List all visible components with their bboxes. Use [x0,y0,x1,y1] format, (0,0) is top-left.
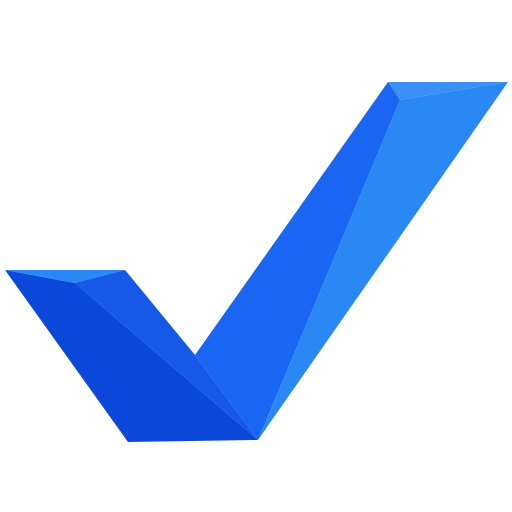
checkmark-icon [5,82,508,442]
app-icon-canvas [0,0,512,512]
